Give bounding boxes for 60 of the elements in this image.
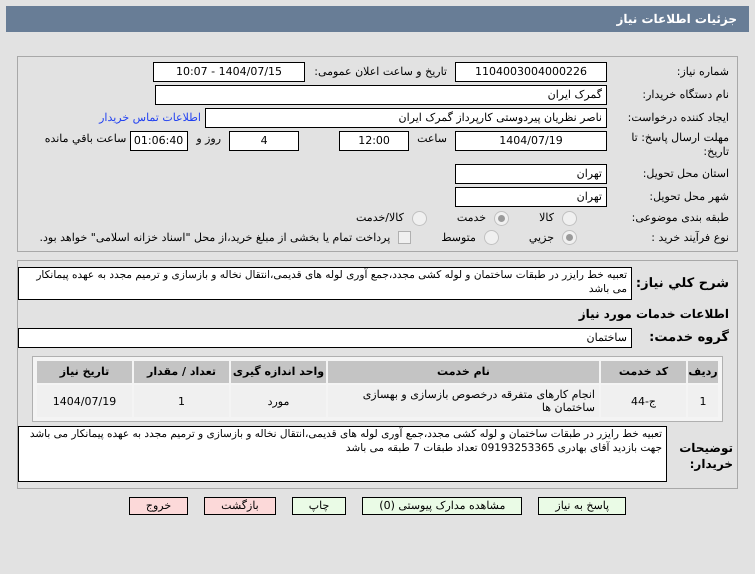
service-group-field: ساختمان [18, 328, 632, 348]
province-field: تهران [455, 164, 607, 184]
field-label: ساعت [416, 131, 448, 147]
field-label: مهلت ارسال پاسخ: تا تاریخ: [630, 131, 730, 159]
column-header: کد خدمت [601, 361, 686, 383]
radio-button[interactable] [412, 210, 427, 226]
action-button[interactable]: خروج [128, 497, 188, 515]
field-label: طبقه بندی موضوعی: [630, 210, 730, 226]
summary-field: تعبیه خط رایزر در طبقات ساختمان و لوله کشی مجدد،جمع آوری لوله های قدیمی،انتقال نخاله و بازسازی و ترمیم مجدد به عهده پیمانکار می باشد [18, 267, 632, 300]
window-title-bar: جزئیات اطلاعات نیاز [6, 6, 749, 32]
radio-label: کالا [539, 210, 554, 226]
radio-button[interactable] [562, 210, 577, 226]
field-label: روز و [194, 131, 222, 147]
requester-field: ناصر نظریان پیردوستی کارپرداز گمرک ایران [205, 108, 607, 128]
checkbox-label: پرداخت تمام یا بخشی از مبلغ خرید،از محل "اسناد خزانه اسلامی" خواهد بود. [40, 230, 390, 246]
buyer-notes-field: تعبیه خط رایزر در طبقات ساختمان و لوله کشی مجدد،جمع آوری لوله های قدیمی،انتقال نخاله و بازسازی و ترمیم مجدد به عهده پیمانکار می باشد جهت بازدید آقای بهادری 09193253365 تعداد طبقات 7 طبقه می باشد [18, 426, 667, 482]
action-button[interactable]: پاسخ به نیاز [538, 497, 626, 515]
city-field: تهران [455, 187, 607, 207]
field-label: گروه خدمت: [648, 328, 730, 348]
deadline-time-field: 12:00 [339, 131, 410, 151]
column-header: تاریخ نیاز [37, 361, 132, 383]
need-number-field: 1104003004000226 [455, 62, 607, 82]
action-button[interactable]: چاپ [292, 497, 346, 515]
radio-button[interactable] [562, 230, 577, 246]
checkbox[interactable] [398, 231, 412, 244]
field-label: استان محل تحویل: [642, 166, 730, 182]
table-cell: 1 [688, 385, 718, 417]
action-button[interactable]: بازگشت [204, 497, 276, 515]
field-label: شماره نیاز: [676, 64, 730, 80]
column-header: تعداد / مقدار [134, 361, 229, 383]
radio-label: جزيي [528, 230, 554, 246]
field-label: تاریخ و ساعت اعلان عمومی: [313, 64, 448, 80]
field-label: نام دستگاه خریدار: [641, 86, 730, 103]
table-cell: ج-44 [601, 385, 686, 417]
table-cell: مورد [231, 385, 326, 417]
column-header: نام خدمت [328, 361, 599, 383]
field-label: توضیحات خریدار: [678, 440, 734, 472]
field-label: شهر محل تحویل: [648, 188, 730, 205]
field-label: ایجاد کننده درخواست: [626, 110, 730, 126]
column-header: ردیف [688, 361, 718, 383]
radio-button[interactable] [484, 230, 499, 246]
announce-date-field: 1404/07/15 - 10:07 [153, 62, 305, 82]
days-field: 4 [229, 131, 300, 151]
table-cell: 1 [134, 385, 229, 417]
contact-link[interactable]: اطلاعات تماس خریدار [95, 110, 205, 126]
remaining-time-field: 01:06:40 [130, 131, 188, 151]
section-heading: اطلاعات خدمات مورد نیاز [577, 306, 730, 323]
radio-label: کالا/خدمت [356, 210, 404, 226]
table-cell: 1404/07/19 [37, 385, 132, 417]
table-cell: انجام کارهای متفرقه درخصوص بازسازی و بهسازی ساختمان ها [328, 385, 599, 417]
deadline-date-field: 1404/07/19 [455, 131, 607, 151]
column-header: واحد اندازه گیری [231, 361, 326, 383]
buyer-name-field: گمرک ایران [155, 85, 607, 105]
field-label: ساعت باقي مانده [44, 131, 128, 147]
action-button[interactable]: مشاهده مدارک پیوستی (0) [362, 497, 522, 515]
radio-label: متوسط [441, 230, 476, 246]
field-label: شرح کلي نیاز: [634, 274, 730, 293]
field-label: نوع فرآیند خرید : [650, 230, 730, 246]
radio-button[interactable] [494, 210, 510, 226]
radio-label: خدمت [456, 210, 486, 226]
